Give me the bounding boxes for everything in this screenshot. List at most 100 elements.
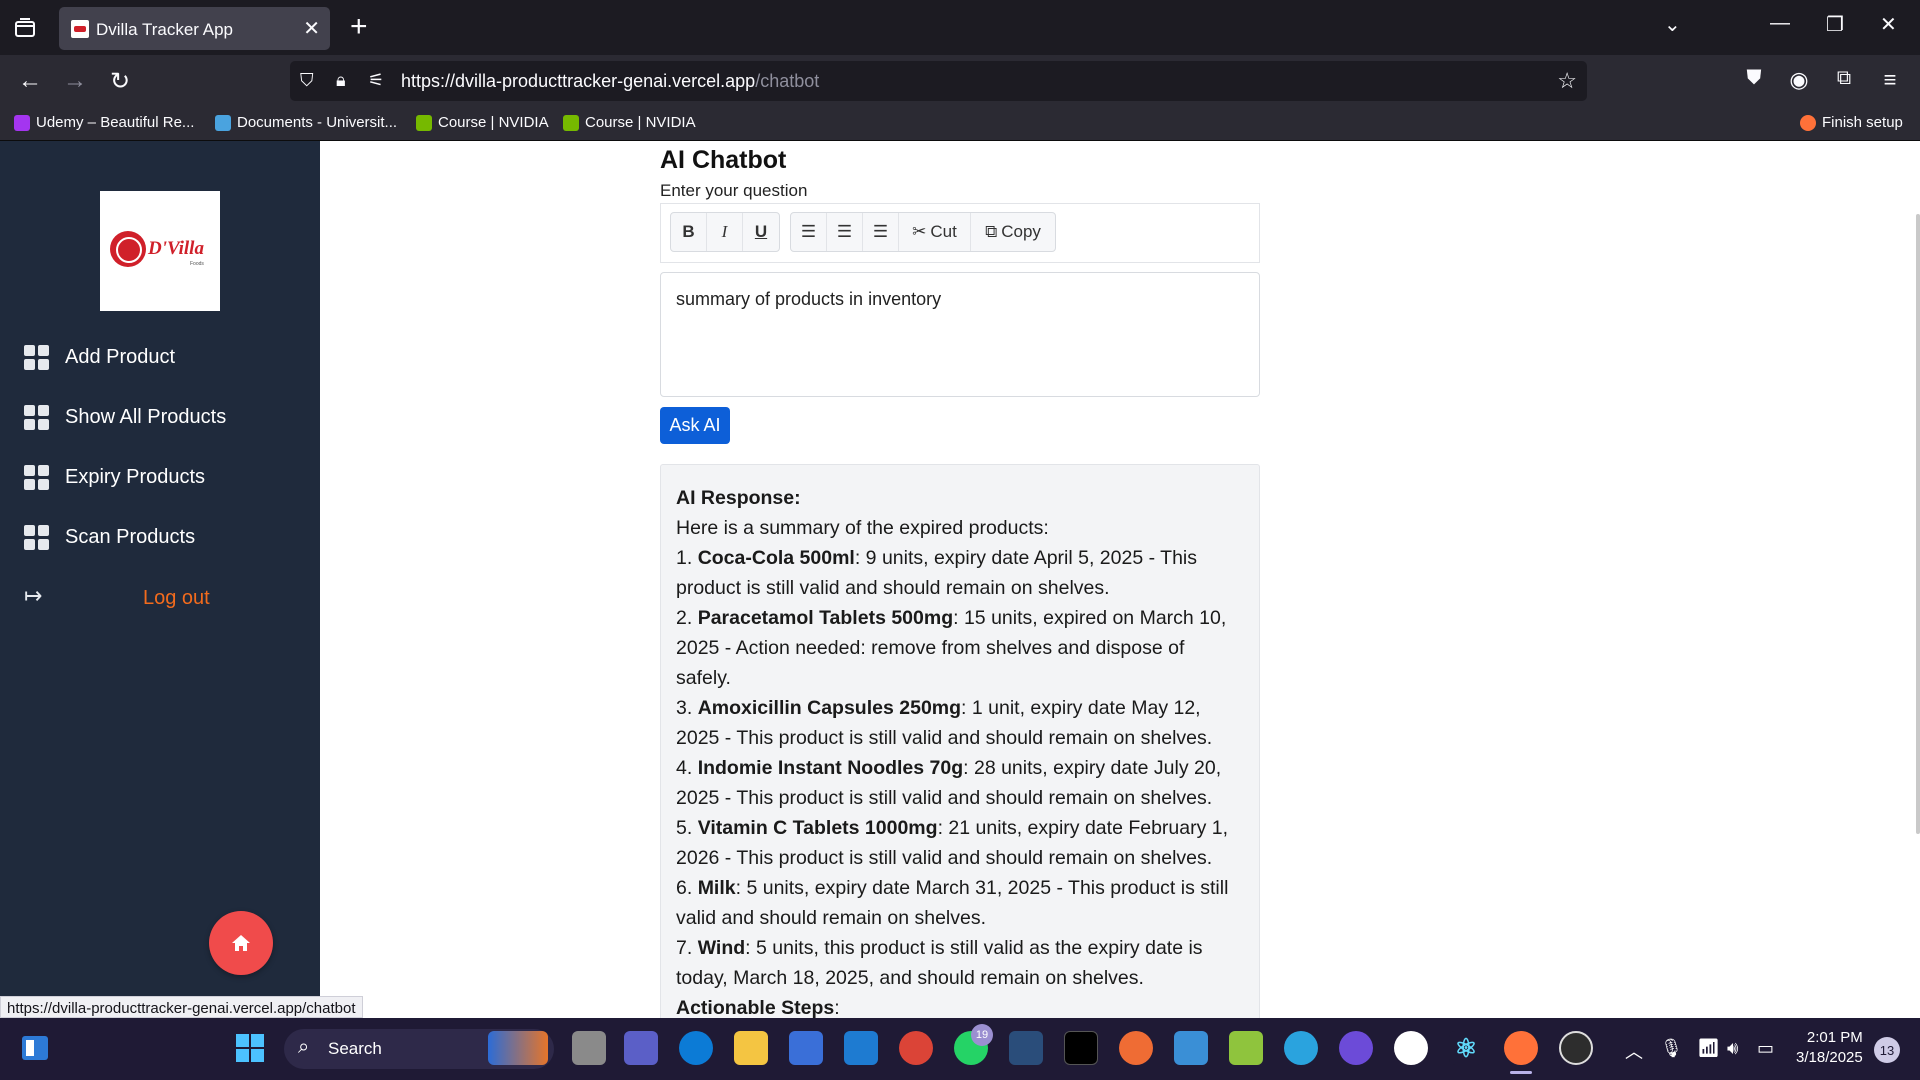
finish-setup-button[interactable]: Finish setup [1800, 114, 1903, 131]
sidebar-item-expiry-products[interactable]: Expiry Products [24, 457, 205, 497]
sidebar-item-label: Scan Products [65, 525, 196, 548]
bookmark-item[interactable]: Course | NVIDIA [416, 114, 549, 131]
sidebar-item-scan-products[interactable]: Scan Products [24, 517, 195, 557]
udemy-icon [14, 114, 30, 131]
minimize-button[interactable]: — [1770, 12, 1790, 35]
new-tab-button[interactable]: + [350, 10, 368, 44]
restore-button[interactable]: ❐ [1826, 12, 1844, 37]
notification-count-badge[interactable]: 13 [1874, 1037, 1900, 1063]
sidebar-item-add-product[interactable]: Add Product [24, 337, 175, 377]
microphone-icon[interactable]: 🎙︎ [1660, 1038, 1683, 1059]
task-view-icon[interactable] [572, 1031, 606, 1065]
url-text[interactable]: https://dvilla-producttracker-genai.verc… [401, 71, 819, 92]
ask-ai-button[interactable]: Ask AI [660, 407, 730, 444]
postman-icon[interactable] [1119, 1031, 1153, 1065]
windows-start-icon[interactable] [233, 1031, 267, 1065]
italic-button[interactable]: I [707, 213, 743, 251]
vscode-icon[interactable] [844, 1031, 878, 1065]
jetbrains-icon[interactable] [1064, 1031, 1098, 1065]
file-explorer-icon[interactable] [734, 1031, 768, 1065]
tab-list-icon[interactable] [12, 15, 38, 41]
site-permissions-icon[interactable]: ⚟ [368, 70, 384, 91]
whatsapp-badge: 19 [971, 1024, 993, 1046]
logout-link[interactable]: Log out [143, 587, 210, 610]
editor-toolbar: B I U ☰ ☰ ☰ ✂ Cut ⧉ Copy [660, 203, 1260, 263]
item-number: 7. [676, 937, 698, 959]
github-icon[interactable] [1394, 1031, 1428, 1065]
account-icon[interactable]: ◉ [1785, 67, 1813, 93]
docker-icon[interactable] [1174, 1031, 1208, 1065]
item-name: Paracetamol Tablets 500mg [697, 607, 954, 629]
react-icon[interactable]: ⚛ [1449, 1031, 1483, 1065]
telegram-icon[interactable] [1284, 1031, 1318, 1065]
address-bar[interactable]: ⛉ 🔒︎ ⚟ https://dvilla-producttracker-gen… [290, 61, 1587, 101]
bookmark-star-icon[interactable]: ☆ [1557, 68, 1577, 94]
back-arrow-icon[interactable]: ← [16, 67, 44, 95]
item-number: 4. [676, 757, 698, 779]
format-group: B I U [670, 212, 780, 252]
menu-icon[interactable]: ≡ [1876, 67, 1904, 93]
active-app-indicator [1510, 1071, 1532, 1074]
sidebar-item-show-all-products[interactable]: Show All Products [24, 397, 226, 437]
home-fab-button[interactable] [209, 911, 273, 975]
align-left-button[interactable]: ☰ [791, 213, 827, 251]
list-item: 1. Coca-Cola 500ml: 9 units, expiry date… [676, 543, 1244, 603]
underline-button[interactable]: U [743, 213, 779, 251]
copy-label: Copy [1001, 222, 1041, 241]
bookmark-item[interactable]: Course | NVIDIA [563, 114, 696, 131]
item-name: Indomie Instant Noodles 70g [697, 757, 964, 779]
shield-icon[interactable]: ⛉ [300, 70, 314, 91]
reload-icon[interactable]: ↻ [106, 67, 134, 96]
taskbar-clock[interactable]: 2:01 PM 3/18/2025 [1796, 1028, 1863, 1068]
list-item: 5. Vitamin C Tablets 1000mg: 21 units, e… [676, 813, 1244, 873]
item-number: 1. [676, 547, 698, 569]
github-desktop-icon[interactable] [1339, 1031, 1373, 1065]
extensions-icon[interactable]: ⧉ [1830, 67, 1858, 90]
obs-icon[interactable] [1559, 1031, 1593, 1065]
bookmark-item[interactable]: Udemy – Beautiful Re... [14, 114, 194, 131]
edge-icon[interactable] [679, 1031, 713, 1065]
ssms-icon[interactable] [1009, 1031, 1043, 1065]
widgets-icon[interactable] [18, 1031, 52, 1065]
wifi-icon[interactable]: 📶︎ [1697, 1038, 1720, 1059]
volume-icon[interactable]: 🔊︎ [1727, 1038, 1738, 1059]
tab-overflow-chevron-icon[interactable]: ⌄ [1664, 12, 1681, 37]
grid-icon [24, 404, 49, 430]
logo-sub-text: Foods [190, 261, 204, 267]
align-right-button[interactable]: ☰ [863, 213, 899, 251]
microsoft-store-icon[interactable] [789, 1031, 823, 1065]
lock-icon[interactable]: 🔒︎ [336, 70, 346, 91]
search-highlight-icon[interactable] [488, 1031, 548, 1065]
forward-arrow-icon[interactable]: → [61, 67, 89, 95]
sidebar-item-label: Expiry Products [65, 465, 206, 488]
list-item: 4. Indomie Instant Noodles 70g: 28 units… [676, 753, 1244, 813]
browser-tab[interactable]: Dvilla Tracker App ✕ [59, 7, 330, 50]
battery-icon[interactable]: ▭ [1757, 1038, 1774, 1059]
document-icon [215, 114, 231, 131]
bookmark-item[interactable]: Documents - Universit... [215, 114, 397, 131]
steps-heading: Actionable Steps [676, 997, 835, 1018]
page-scrollbar[interactable] [1916, 214, 1920, 834]
tray-chevron-up-icon[interactable]: ︿ [1625, 1038, 1643, 1064]
chrome-icon[interactable] [899, 1031, 933, 1065]
clock-date: 3/18/2025 [1796, 1049, 1863, 1066]
bookmark-label: Documents - Universit... [237, 114, 398, 131]
teams-icon[interactable] [624, 1031, 658, 1065]
logout-icon[interactable]: ↦ [24, 583, 42, 609]
snipping-tool-icon[interactable] [1229, 1031, 1263, 1065]
firefox-icon[interactable] [1504, 1031, 1538, 1065]
cut-button[interactable]: ✂ Cut [899, 213, 971, 251]
tab-close-icon[interactable]: ✕ [303, 16, 320, 41]
browser-tab-bar: Dvilla Tracker App ✕ + ⌄ — ❐ ✕ [0, 0, 1920, 55]
home-icon [232, 935, 250, 951]
bookmark-label: Course | NVIDIA [585, 114, 696, 131]
finish-setup-label: Finish setup [1822, 114, 1903, 131]
windows-taskbar: ⌕ Search 19 ⚛ ︿ 🎙︎ 📶︎ 🔊︎ ▭ 2:01 PM 3/18/… [0, 1018, 1920, 1080]
tab-title: Dvilla Tracker App [96, 20, 233, 39]
close-window-button[interactable]: ✕ [1880, 12, 1897, 37]
question-editor[interactable]: summary of products in inventory [660, 272, 1260, 397]
align-center-button[interactable]: ☰ [827, 213, 863, 251]
bold-button[interactable]: B [671, 213, 707, 251]
copy-button[interactable]: ⧉ Copy [971, 213, 1055, 251]
pocket-icon[interactable]: ⛊ [1740, 67, 1768, 90]
